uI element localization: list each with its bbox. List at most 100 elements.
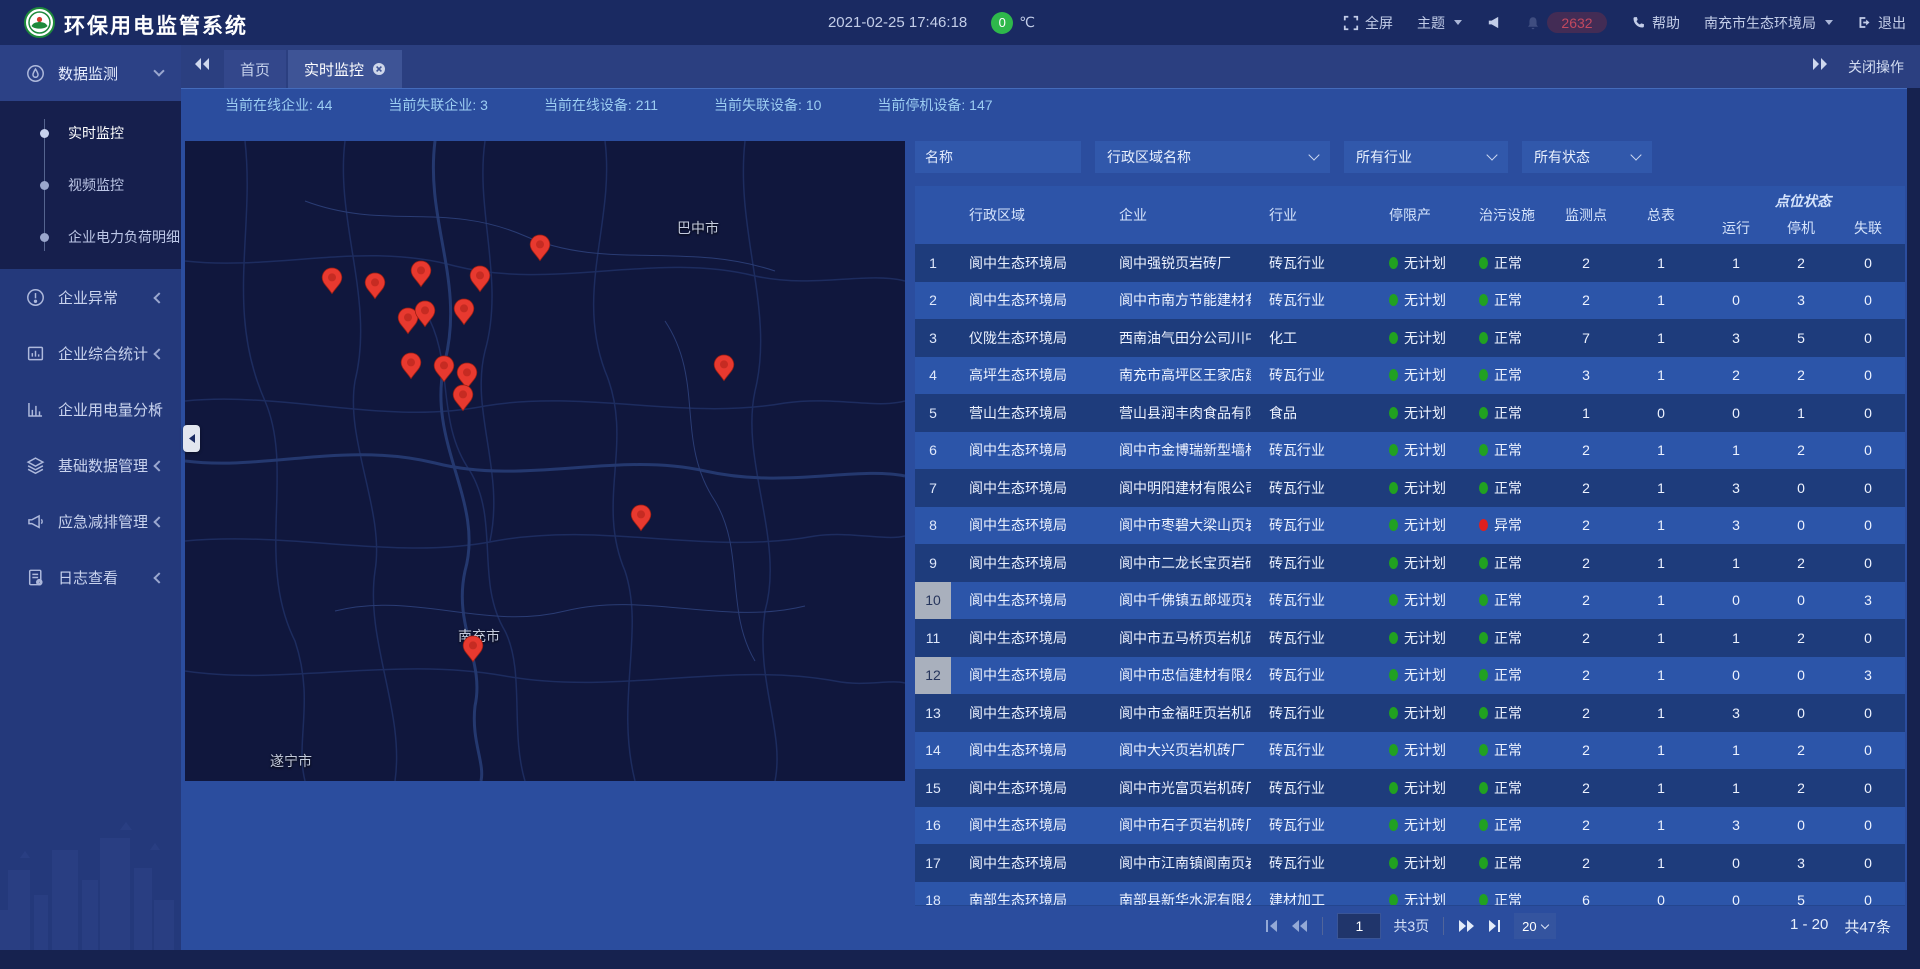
tabs-scroll-left-icon[interactable] [194, 57, 210, 76]
cell-facility-status: 正常 [1461, 469, 1551, 507]
table-row[interactable]: 3仪陇生态环境局西南油气田分公司川中化工无计划正常71350 [915, 319, 1905, 357]
name-filter-input[interactable] [915, 141, 1081, 173]
cell-lost: 3 [1831, 582, 1905, 620]
table-row[interactable]: 17阆中生态环境局阆中市江南镇阆南页岩砖瓦行业无计划正常21030 [915, 844, 1905, 882]
sidebar-item-企业综合统计[interactable]: 企业综合统计 [0, 325, 181, 381]
tabs-scroll-right-icon[interactable] [1812, 57, 1828, 76]
last-page-icon[interactable] [1487, 919, 1502, 933]
table-row[interactable]: 16阆中生态环境局阆中市石子页岩机砖厂砖瓦行业无计划正常21300 [915, 807, 1905, 845]
table-row[interactable]: 5营山生态环境局营山县润丰肉食品有限食品无计划正常10010 [915, 394, 1905, 432]
divider [1322, 917, 1323, 935]
map-pin-icon[interactable] [529, 234, 551, 262]
next-page-icon[interactable] [1458, 919, 1475, 933]
cell-lost: 0 [1831, 507, 1905, 545]
sidebar-item-数据监测[interactable]: 数据监测 [0, 45, 181, 101]
table-row[interactable]: 18南部生态环境局南部县新华水泥有限公建材加工无计划正常60050 [915, 882, 1905, 907]
map-pin-icon[interactable] [414, 300, 436, 328]
col-header-停限产: 停限产 [1371, 186, 1461, 244]
theme-dropdown[interactable]: 主题 [1417, 13, 1462, 33]
cell-run: 1 [1701, 769, 1771, 807]
first-page-icon[interactable] [1264, 919, 1279, 933]
fullscreen-button[interactable]: 全屏 [1343, 13, 1393, 33]
map-pin-icon[interactable] [630, 504, 652, 532]
map-panel[interactable]: 巴中市南充市遂宁市 [185, 141, 905, 781]
sidebar-item-日志查看[interactable]: 日志查看 [0, 549, 181, 605]
cell-meter: 1 [1621, 432, 1701, 470]
status-filter-select[interactable]: 所有状态 [1522, 141, 1652, 173]
map-pin-icon[interactable] [433, 355, 455, 383]
cell-points: 2 [1551, 657, 1621, 695]
cell-region: 阆中生态环境局 [951, 844, 1101, 882]
notification-count-badge: 2632 [1547, 12, 1607, 33]
status-dot-green [1479, 819, 1488, 831]
close-operations-button[interactable]: 关闭操作 [1848, 57, 1904, 77]
notifications[interactable]: 2632 [1525, 12, 1607, 33]
map-pin-icon[interactable] [462, 635, 484, 663]
chevron-left-icon [187, 433, 196, 444]
cell-meter: 0 [1621, 882, 1701, 907]
table-row[interactable]: 10阆中生态环境局阆中千佛镇五郎垭页岩砖瓦行业无计划正常21003 [915, 582, 1905, 620]
map-pin-icon[interactable] [410, 260, 432, 288]
sidebar-item-企业用电量分析[interactable]: 企业用电量分析 [0, 381, 181, 437]
sidebar-item-应急减排管理[interactable]: 应急减排管理 [0, 493, 181, 549]
org-dropdown[interactable]: 南充市生态环境局 [1704, 13, 1833, 33]
sidebar-subitem-实时监控[interactable]: 实时监控 [0, 107, 181, 159]
logout-button[interactable]: 退出 [1857, 13, 1906, 33]
cell-lost: 3 [1831, 657, 1905, 695]
datetime-label: 2021-02-25 17:46:18 [828, 14, 967, 31]
cell-company: 南部县新华水泥有限公 [1101, 882, 1251, 907]
sidebar-menu: 数据监测实时监控视频监控企业电力负荷明细企业异常企业综合统计企业用电量分析基础数… [0, 45, 181, 605]
sidebar-subitem-视频监控[interactable]: 视频监控 [0, 159, 181, 211]
table-row[interactable]: 2阆中生态环境局阆中市南方节能建材有砖瓦行业无计划正常21030 [915, 282, 1905, 320]
mute-button[interactable] [1486, 15, 1501, 30]
cell-region: 阆中生态环境局 [951, 582, 1101, 620]
map-pin-icon[interactable] [453, 298, 475, 326]
cell-stop: 2 [1771, 769, 1831, 807]
help-button[interactable]: 帮助 [1631, 13, 1680, 33]
map-pin-icon[interactable] [364, 272, 386, 300]
cell-run: 1 [1701, 732, 1771, 770]
map-pin-icon[interactable] [321, 267, 343, 295]
table-row[interactable]: 13阆中生态环境局阆中市金福旺页岩机砖砖瓦行业无计划正常21300 [915, 694, 1905, 732]
tab-实时监控[interactable]: 实时监控 [288, 50, 402, 88]
table-row[interactable]: 6阆中生态环境局阆中市金博瑞新型墙材砖瓦行业无计划正常21120 [915, 432, 1905, 470]
map-pin-icon[interactable] [469, 265, 491, 293]
cell-facility-status: 正常 [1461, 807, 1551, 845]
map-pin-icon[interactable] [400, 352, 422, 380]
region-filter-select[interactable]: 行政区域名称 [1095, 141, 1330, 173]
table-row[interactable]: 1阆中生态环境局阆中强锐页岩砖厂砖瓦行业无计划正常21120 [915, 244, 1905, 282]
cell-region: 阆中生态环境局 [951, 507, 1101, 545]
table-row[interactable]: 12阆中生态环境局阆中市忠信建材有限公砖瓦行业无计划正常21003 [915, 657, 1905, 695]
status-dot-green [1479, 557, 1488, 569]
panel-collapse-handle[interactable] [183, 425, 200, 452]
pagination-bar: 共3页 20 1 - 20 共47条 [915, 906, 1905, 946]
table-row[interactable]: 8阆中生态环境局阆中市枣碧大梁山页岩砖瓦行业无计划异常21300 [915, 507, 1905, 545]
table-row[interactable]: 7阆中生态环境局阆中明阳建材有限公司砖瓦行业无计划正常21300 [915, 469, 1905, 507]
prev-page-icon[interactable] [1291, 919, 1308, 933]
page-number-input[interactable] [1337, 913, 1381, 939]
page-size-select[interactable]: 20 [1514, 913, 1555, 939]
map-pin-icon[interactable] [713, 354, 735, 382]
cell-industry: 砖瓦行业 [1251, 469, 1371, 507]
table-row[interactable]: 11阆中生态环境局阆中市五马桥页岩机砖砖瓦行业无计划正常21120 [915, 619, 1905, 657]
cell-index: 8 [915, 507, 951, 545]
cell-stop: 0 [1771, 582, 1831, 620]
table-row[interactable]: 4高坪生态环境局南充市高坪区王家店建砖瓦行业无计划正常31220 [915, 357, 1905, 395]
table-row[interactable]: 14阆中生态环境局阆中大兴页岩机砖厂砖瓦行业无计划正常21120 [915, 732, 1905, 770]
industry-filter-select[interactable]: 所有行业 [1344, 141, 1508, 173]
cell-points: 2 [1551, 619, 1621, 657]
sidebar-item-基础数据管理[interactable]: 基础数据管理 [0, 437, 181, 493]
tab-close-icon[interactable] [372, 62, 386, 76]
sidebar-group: 日志查看 [0, 549, 181, 605]
table-row[interactable]: 15阆中生态环境局阆中市光富页岩机砖厂砖瓦行业无计划正常21120 [915, 769, 1905, 807]
cell-production-status: 无计划 [1371, 807, 1461, 845]
cell-industry: 砖瓦行业 [1251, 544, 1371, 582]
phone-icon [1631, 15, 1646, 30]
sidebar-subitem-企业电力负荷明细[interactable]: 企业电力负荷明细 [0, 211, 181, 263]
cell-meter: 1 [1621, 469, 1701, 507]
tab-首页[interactable]: 首页 [224, 50, 286, 88]
table-row[interactable]: 9阆中生态环境局阆中市二龙长宝页岩砖砖瓦行业无计划正常21120 [915, 544, 1905, 582]
sidebar-item-企业异常[interactable]: 企业异常 [0, 269, 181, 325]
map-pin-icon[interactable] [452, 384, 474, 412]
table-header: 行政区域企业行业停限产治污设施监测点总表点位状态运行停机失联 [915, 186, 1905, 244]
